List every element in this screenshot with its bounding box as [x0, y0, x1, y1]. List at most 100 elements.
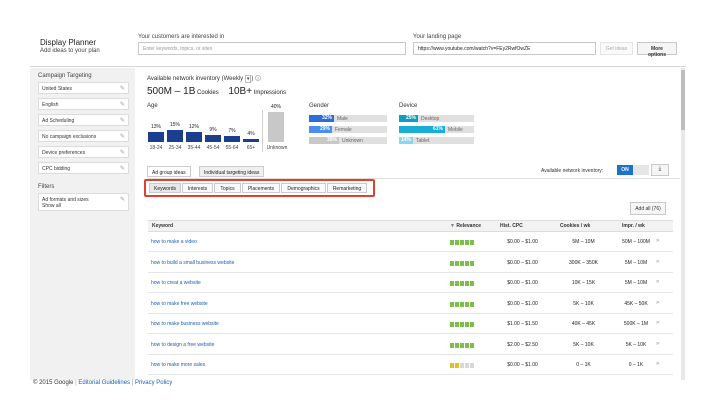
- sidebar-item[interactable]: CPC bidding ✎: [38, 162, 129, 174]
- add-row-icon[interactable]: »: [656, 259, 659, 265]
- relevance-meter: [450, 240, 475, 247]
- impr-cell: 500K – 1M: [623, 321, 649, 327]
- gender-label: Female: [335, 127, 352, 133]
- relevance-segment: [465, 240, 469, 245]
- relevance-segment: [470, 322, 474, 327]
- sidebar-item[interactable]: English ✎: [38, 98, 129, 110]
- tab-individual-targeting[interactable]: Individual targeting ideas: [199, 166, 265, 177]
- row-divider: [148, 271, 673, 273]
- cookies-cell: 40K – 45K: [571, 321, 596, 327]
- add-row-icon[interactable]: »: [656, 361, 659, 367]
- keyword-link[interactable]: how to make business website: [151, 321, 219, 327]
- col-cookies[interactable]: Cookies / wk: [560, 223, 590, 229]
- download-icon[interactable]: ⤓: [651, 164, 669, 176]
- relevance-segment: [455, 260, 459, 266]
- device-bar: 14%: [399, 137, 413, 144]
- filter-ad-formats[interactable]: Ad formats and sizes Show all ✎: [38, 193, 129, 211]
- row-divider: [148, 374, 673, 375]
- relevance-segment: [450, 363, 454, 368]
- relevance-segment: [460, 240, 464, 245]
- inventory-label: Available network inventory (Weekly: [147, 76, 244, 82]
- age-label: 18-24: [149, 145, 163, 151]
- cpc-cell: $2.00 – $2.50: [507, 341, 538, 348]
- sidebar-item[interactable]: Ad Scheduling ✎: [38, 114, 129, 126]
- edit-icon[interactable]: ✎: [120, 85, 125, 92]
- col-keyword[interactable]: Keyword: [152, 223, 173, 229]
- keyword-link[interactable]: how to make more sales: [151, 362, 205, 368]
- cpc-cell: $1.00 – $1.50: [507, 321, 538, 327]
- relevance-segment: [465, 342, 469, 348]
- keyword-link[interactable]: how to design a free website: [151, 342, 214, 348]
- add-row-icon[interactable]: »: [656, 300, 659, 306]
- filters-heading: Filters: [38, 184, 55, 190]
- page-subtitle: Add ideas to your plan: [40, 48, 100, 54]
- edit-icon[interactable]: ✎: [120, 149, 125, 156]
- age-pct: 9%: [209, 127, 217, 133]
- age-pct: 7%: [228, 128, 236, 134]
- edit-icon[interactable]: ✎: [120, 165, 125, 172]
- subtab-remarketing[interactable]: Remarketing: [327, 183, 367, 193]
- inventory-toggle-label: Available network inventory:: [541, 168, 604, 174]
- impr-cell: 5M – 10M: [624, 259, 648, 266]
- keyword-link[interactable]: how to make a video: [151, 239, 197, 245]
- relevance-segment: [450, 281, 454, 286]
- interests-input[interactable]: Enter keywords, topics, or sites: [138, 42, 406, 55]
- sidebar-item[interactable]: Device preferences ✎: [38, 146, 129, 158]
- impr-cell: 50M – 100M: [622, 239, 650, 245]
- keyword-link[interactable]: how to build a small business website: [151, 260, 234, 266]
- add-row-icon[interactable]: »: [656, 238, 659, 244]
- relevance-segment: [455, 281, 459, 286]
- more-options-button[interactable]: More options: [637, 42, 677, 58]
- sidebar-item[interactable]: No campaign exclusions ✎: [38, 130, 129, 142]
- get-ideas-button[interactable]: Get ideas: [600, 42, 633, 55]
- edit-icon[interactable]: ✎: [120, 196, 125, 203]
- row-divider: [148, 251, 673, 252]
- age-label: 35-44: [187, 145, 201, 151]
- gender-label: Male: [337, 116, 348, 122]
- add-row-icon[interactable]: »: [656, 320, 659, 326]
- col-relevance[interactable]: ▼ Relevance: [450, 223, 481, 229]
- subtab-topics[interactable]: Topics: [214, 183, 241, 193]
- add-row-icon[interactable]: »: [656, 279, 659, 285]
- age-unknown-pct: 40%: [270, 104, 281, 110]
- subtab-demographics[interactable]: Demographics: [281, 183, 326, 193]
- relevance-segment: [465, 363, 469, 368]
- relevance-segment: [450, 260, 454, 266]
- cookies-cell: 10K – 15K: [571, 280, 596, 286]
- age-label: 65+: [246, 145, 256, 151]
- scrollbar-thumb[interactable]: [681, 70, 685, 130]
- age-bar: [167, 130, 183, 142]
- subtab-interests[interactable]: Interests: [182, 183, 213, 193]
- cookies-cell: 5M – 10M: [572, 239, 595, 245]
- subtab-keywords[interactable]: Keywords: [149, 183, 181, 193]
- inventory-toggle-off[interactable]: [633, 165, 649, 175]
- add-all-button[interactable]: Add all (76): [630, 202, 666, 215]
- subtab-placements[interactable]: Placements: [242, 183, 280, 193]
- edit-icon[interactable]: ✎: [120, 133, 125, 140]
- add-row-icon[interactable]: »: [656, 341, 659, 347]
- tab-ad-group-ideas[interactable]: Ad group ideas: [147, 166, 191, 177]
- keyword-link[interactable]: how to creat a website: [151, 280, 201, 286]
- sidebar-item[interactable]: United States ✎: [38, 82, 129, 94]
- row-divider: [148, 312, 673, 314]
- gender-heading: Gender: [309, 103, 330, 109]
- period-dropdown-icon[interactable]: ▾: [244, 75, 252, 83]
- device-label: Mobile: [448, 127, 463, 133]
- editorial-guidelines-link[interactable]: Editorial Guidelines: [78, 380, 130, 386]
- relevance-segment: [465, 260, 469, 266]
- impressions-value: 10B+: [228, 86, 253, 97]
- keyword-link[interactable]: how to make free website: [151, 301, 208, 307]
- relevance-segment: [460, 260, 464, 266]
- edit-icon[interactable]: ✎: [120, 117, 125, 124]
- edit-icon[interactable]: ✎: [120, 101, 125, 108]
- landing-page-input[interactable]: https://www.youtube.com/watch?v=FEy2RwfO…: [413, 42, 596, 55]
- relevance-segment: [460, 342, 464, 348]
- privacy-policy-link[interactable]: Privacy Policy: [135, 380, 172, 386]
- landing-page-label: Your landing page: [413, 34, 462, 40]
- inventory-toggle-on[interactable]: ON: [617, 165, 633, 175]
- age-divider: [262, 110, 263, 152]
- help-icon[interactable]: ?: [255, 75, 262, 81]
- col-impr[interactable]: Impr. / wk: [622, 223, 645, 229]
- col-cpc[interactable]: Hist. CPC: [500, 223, 523, 229]
- campaign-targeting-heading: Campaign Targeting: [38, 73, 92, 79]
